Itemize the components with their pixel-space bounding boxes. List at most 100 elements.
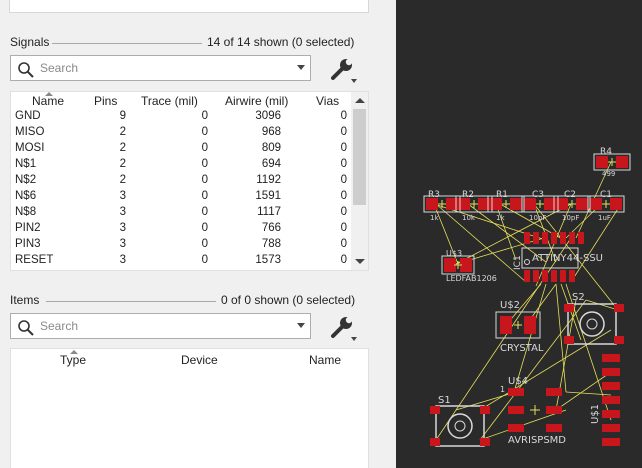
column-header-name[interactable]: Name [32, 94, 64, 108]
value-c3: 10pF [529, 214, 546, 222]
table-row[interactable]: RESET 3 0 1573 0 [11, 253, 351, 269]
cell-pins: 2 [119, 126, 126, 138]
table-row[interactable]: N$6 3 0 1591 0 [11, 189, 351, 205]
label-u2: U$2 [500, 300, 520, 311]
column-header-pins[interactable]: Pins [94, 94, 117, 108]
value-r3: 1k [430, 214, 439, 222]
left-panel: Signals 14 of 14 shown (0 selected) Name… [0, 0, 383, 468]
panel-scrollbar[interactable] [370, 0, 380, 468]
cell-trace: 0 [201, 190, 208, 202]
table-row[interactable]: PIN2 3 0 766 0 [11, 221, 351, 237]
cell-airwire: 3096 [255, 110, 281, 122]
items-title: Items [10, 293, 40, 307]
column-header-item-name[interactable]: Name [309, 353, 341, 367]
table-row[interactable]: MISO 2 0 968 0 [11, 125, 351, 141]
cell-name: N$1 [15, 158, 37, 170]
cell-name: PIN2 [15, 222, 41, 234]
label-r3: R3 [428, 190, 440, 200]
value-u2: CRYSTAL [500, 343, 544, 354]
value-u4: AVRISPSMD [508, 435, 566, 446]
table-row[interactable]: N$2 2 0 1192 0 [11, 173, 351, 189]
scroll-down-icon[interactable] [355, 259, 365, 264]
cell-name: N$8 [15, 206, 37, 218]
label-s1: S1 [438, 395, 451, 406]
cell-pins: 9 [119, 110, 126, 122]
cell-vias: 0 [340, 126, 347, 138]
cell-airwire: 1591 [255, 190, 281, 202]
cell-pins: 2 [119, 158, 126, 170]
value-r1: 1k [496, 214, 505, 222]
column-header-airwire[interactable]: Airwire (mil) [225, 94, 288, 108]
cell-pins: 3 [119, 238, 126, 250]
label-u4: U$4 [508, 376, 528, 387]
value-c2: 10pF [562, 214, 579, 222]
chevron-down-icon[interactable] [297, 65, 305, 70]
label-r2: R2 [462, 190, 474, 200]
table-row[interactable]: N$1 2 0 694 0 [11, 157, 351, 173]
passive-row [423, 153, 631, 213]
column-header-type[interactable]: Type [60, 353, 86, 367]
table-row[interactable]: PIN3 3 0 788 0 [11, 237, 351, 253]
cell-name: MISO [15, 126, 45, 138]
label-u1: U$1 [590, 404, 601, 424]
cell-trace: 0 [201, 142, 208, 154]
items-table: Type Device Name [10, 348, 369, 468]
table-row[interactable]: MOSI 2 0 809 0 [11, 141, 351, 157]
u4-footprint [508, 388, 562, 432]
chevron-down-icon [351, 337, 357, 341]
cell-airwire: 694 [261, 158, 281, 170]
signals-options-button[interactable] [330, 56, 360, 86]
u2-footprint [495, 311, 541, 339]
cell-vias: 0 [340, 206, 347, 218]
table-row[interactable]: GND 9 0 3096 0 [11, 109, 351, 125]
items-divider [46, 301, 216, 302]
cell-vias: 0 [340, 158, 347, 170]
column-header-device[interactable]: Device [181, 353, 218, 367]
cell-pins: 3 [119, 206, 126, 218]
label-r1: R1 [496, 190, 508, 200]
cell-trace: 0 [201, 254, 208, 266]
signals-header: Signals 14 of 14 shown (0 selected) [10, 35, 366, 51]
chevron-down-icon[interactable] [297, 323, 305, 328]
cell-trace: 0 [201, 206, 208, 218]
scroll-thumb[interactable] [353, 109, 366, 205]
signals-scrollbar[interactable] [351, 92, 368, 270]
signals-search-input[interactable] [40, 60, 290, 76]
s1-footprint [430, 405, 490, 447]
board-canvas[interactable]: R3 R2 R1 C3 C2 C1 R4 1k 10k 1k 10pF 10pF… [396, 0, 642, 468]
cell-vias: 0 [340, 142, 347, 154]
cell-airwire: 766 [261, 222, 281, 234]
items-search-input[interactable] [40, 318, 290, 334]
cell-airwire: 809 [261, 142, 281, 154]
cell-name: MOSI [15, 142, 45, 154]
label-r4: R4 [600, 147, 612, 157]
u3-footprint [441, 255, 475, 275]
items-count: 0 of 0 shown (0 selected) [221, 293, 356, 307]
board-drawing[interactable]: R3 R2 R1 C3 C2 C1 R4 1k 10k 1k 10pF 10pF… [396, 0, 642, 468]
value-r4: 499 [602, 170, 615, 178]
signals-divider [52, 43, 202, 44]
value-c1: 1uF [598, 214, 611, 222]
label-ic1: IC1 [513, 255, 523, 270]
u1-footprint [602, 354, 620, 446]
cell-vias: 0 [340, 190, 347, 202]
column-header-vias[interactable]: Vias [316, 94, 339, 108]
label-s2: S2 [572, 292, 585, 303]
items-options-button[interactable] [330, 314, 360, 344]
cell-airwire: 788 [261, 238, 281, 250]
label-u3: U$3 [446, 249, 462, 258]
cell-trace: 0 [201, 158, 208, 170]
cell-vias: 0 [340, 254, 347, 266]
value-r2: 10k [462, 214, 476, 222]
cell-name: GND [15, 110, 41, 122]
table-row[interactable]: N$8 3 0 1117 0 [11, 205, 351, 221]
column-header-trace[interactable]: Trace (mil) [141, 94, 198, 108]
scroll-up-icon[interactable] [355, 98, 365, 103]
cell-vias: 0 [340, 238, 347, 250]
items-search-box[interactable] [10, 313, 311, 339]
search-icon [18, 62, 34, 78]
signals-search-box[interactable] [10, 55, 311, 81]
value-ic1: ATTINY44-SSU [532, 253, 603, 264]
cell-trace: 0 [201, 126, 208, 138]
cell-vias: 0 [340, 222, 347, 234]
